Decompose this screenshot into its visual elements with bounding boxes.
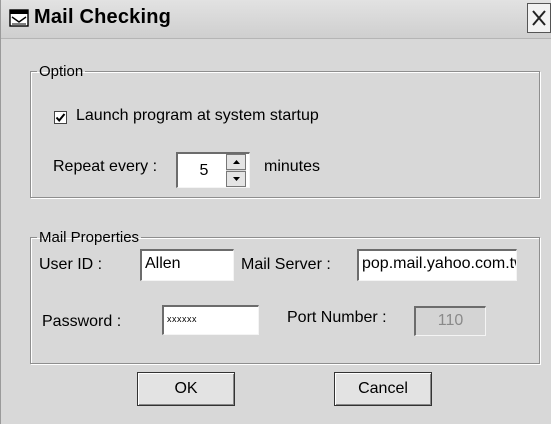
minutes-label: minutes bbox=[264, 158, 321, 175]
spin-down-button[interactable] bbox=[226, 171, 246, 187]
option-legend: Option bbox=[39, 63, 84, 80]
close-button[interactable] bbox=[527, 3, 551, 33]
password-label: Password : bbox=[42, 313, 122, 330]
repeat-interval-value: 5 bbox=[199, 162, 209, 179]
title-bar[interactable]: Mail Checking bbox=[1, 0, 551, 39]
mail-server-label: Mail Server : bbox=[241, 256, 331, 273]
mail-checking-dialog: Mail Checking Option Launch program at s… bbox=[0, 0, 551, 424]
repeat-interval-field[interactable]: 5 bbox=[176, 152, 250, 188]
password-field[interactable]: xxxxxx bbox=[162, 305, 259, 335]
mail-properties-legend: Mail Properties bbox=[39, 229, 140, 246]
close-icon bbox=[532, 10, 546, 26]
checkmark-icon bbox=[55, 113, 66, 123]
port-number-field: 110 bbox=[414, 306, 486, 336]
mail-server-field[interactable]: pop.mail.yahoo.com.tw bbox=[357, 249, 517, 281]
user-id-field[interactable]: Allen bbox=[140, 249, 234, 281]
repeat-interval-spinner[interactable] bbox=[226, 154, 246, 187]
repeat-every-label: Repeat every : bbox=[53, 158, 158, 175]
option-group: Option bbox=[30, 63, 540, 198]
port-number-label: Port Number : bbox=[287, 309, 387, 326]
arrow-down-icon bbox=[233, 177, 240, 181]
launch-at-startup-label: Launch program at system startup bbox=[76, 107, 319, 124]
arrow-up-icon bbox=[233, 160, 240, 164]
spin-up-button[interactable] bbox=[226, 154, 246, 170]
user-id-label: User ID : bbox=[39, 256, 103, 273]
launch-at-startup-checkbox[interactable] bbox=[54, 111, 67, 124]
ok-button[interactable]: OK bbox=[137, 372, 235, 406]
cancel-button[interactable]: Cancel bbox=[334, 372, 432, 406]
window-title: Mail Checking bbox=[34, 6, 172, 28]
envelope-window-icon bbox=[9, 9, 29, 27]
